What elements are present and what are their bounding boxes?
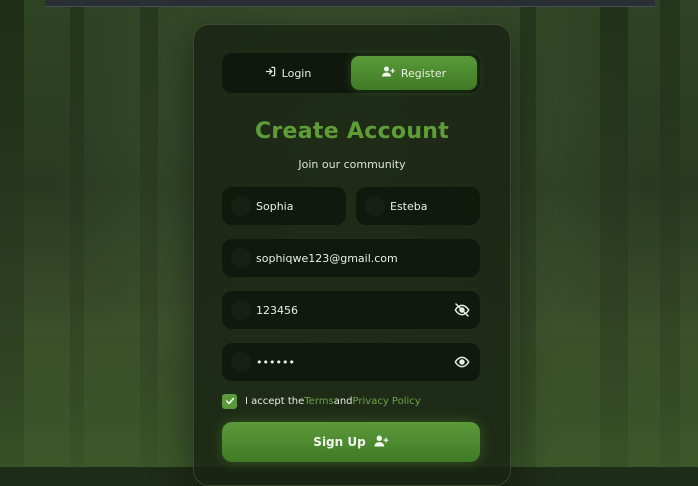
sign-up-button[interactable]: Sign Up <box>222 422 480 462</box>
tab-register-label: Register <box>400 66 447 80</box>
terms-checkbox[interactable] <box>222 393 237 409</box>
privacy-policy-link[interactable]: Privacy Policy <box>353 396 421 407</box>
sign-up-label: Sign Up <box>313 435 366 449</box>
password-field[interactable]: 123456 <box>222 291 480 329</box>
user-plus-icon <box>374 435 389 450</box>
terms-link[interactable]: Terms <box>304 396 333 407</box>
check-icon <box>225 397 234 405</box>
email-value: sophiqwe123@gmail.com <box>256 251 398 265</box>
first-name-value: Sophia <box>256 199 294 213</box>
tab-login-label: Login <box>281 66 312 80</box>
first-name-field[interactable]: Sophia <box>222 187 346 225</box>
confirm-password-value: •••••• <box>256 355 295 369</box>
tab-login[interactable]: Login <box>225 56 351 90</box>
last-name-field[interactable]: Esteba <box>356 187 480 225</box>
eye-icon[interactable] <box>454 354 470 370</box>
terms-prefix: I accept the <box>245 395 305 407</box>
password-value: 123456 <box>256 303 298 317</box>
auth-tabs: Login Register <box>222 53 480 93</box>
email-field[interactable]: sophiqwe123@gmail.com <box>222 239 480 277</box>
page-title: Create Account <box>254 119 450 144</box>
browser-top-bar <box>45 0 655 7</box>
terms-conjunction: and <box>333 395 353 407</box>
user-icon <box>365 196 385 216</box>
mail-icon <box>231 248 251 268</box>
confirm-password-field[interactable]: •••••• <box>222 343 480 381</box>
lock-icon <box>231 352 251 372</box>
eye-off-icon[interactable] <box>454 302 470 318</box>
tab-register[interactable]: Register <box>351 56 477 90</box>
page-subtitle: Join our community <box>298 158 406 171</box>
user-plus-icon <box>381 66 395 80</box>
user-icon <box>231 196 251 216</box>
lock-icon <box>231 300 251 320</box>
last-name-value: Esteba <box>390 199 428 213</box>
terms-row: I accept the Terms and Privacy Policy <box>222 392 421 410</box>
login-icon <box>265 66 276 80</box>
register-card: Login Register Create Account Join our c… <box>193 24 511 486</box>
